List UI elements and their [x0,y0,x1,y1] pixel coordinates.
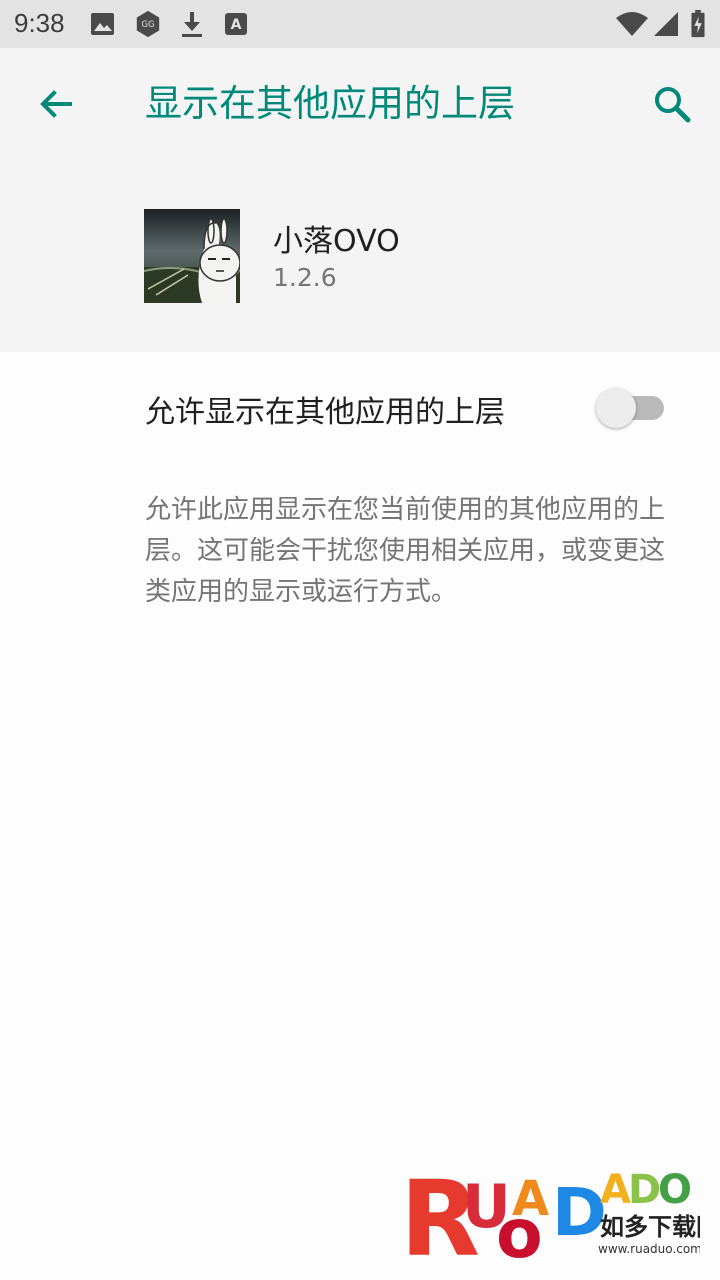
svg-text:GG: GG [142,19,155,29]
app-version: 1.2.6 [273,263,337,292]
svg-text:A: A [512,1171,549,1227]
svg-text:www.ruaduo.com: www.ruaduo.com [598,1242,700,1256]
svg-text:A: A [600,1167,631,1213]
page-title: 显示在其他应用的上层 [145,82,515,125]
search-icon [655,87,691,123]
allow-overlay-label: 允许显示在其他应用的上层 [145,395,505,430]
download-icon [182,12,202,37]
image-icon [91,13,114,35]
svg-text:D: D [552,1174,607,1251]
ruaduo-watermark-logo: R U o A D A D O 如多下载网 www.ruaduo.com [400,1155,720,1280]
app-header: 小落OVO 1.2.6 [0,160,720,352]
svg-text:D: D [628,1167,661,1213]
a-notification-icon: A [225,13,247,35]
status-bar: 9:38 GG A [0,0,720,48]
svg-text:如多下载网: 如多下载网 [600,1213,700,1241]
svg-text:O: O [658,1167,692,1213]
arrow-back-icon [40,90,72,118]
battery-charging-icon [691,10,705,38]
allow-overlay-switch[interactable] [596,388,670,428]
signal-icon [654,12,678,36]
app-bar: 显示在其他应用的上层 [0,48,720,160]
permission-description: 允许此应用显示在您当前使用的其他应用的上层。这可能会干扰您使用相关应用，或变更这… [145,495,666,607]
svg-text:A: A [231,17,242,33]
search-button[interactable] [646,78,698,130]
status-time: 9:38 [14,8,65,38]
wifi-icon [616,12,648,36]
switch-thumb [596,388,636,428]
back-button[interactable] [30,78,82,130]
allow-overlay-row[interactable]: 允许显示在其他应用的上层 [0,352,720,462]
app-icon [144,209,240,303]
app-name: 小落OVO [273,224,400,259]
gg-shield-icon: GG [136,10,160,38]
